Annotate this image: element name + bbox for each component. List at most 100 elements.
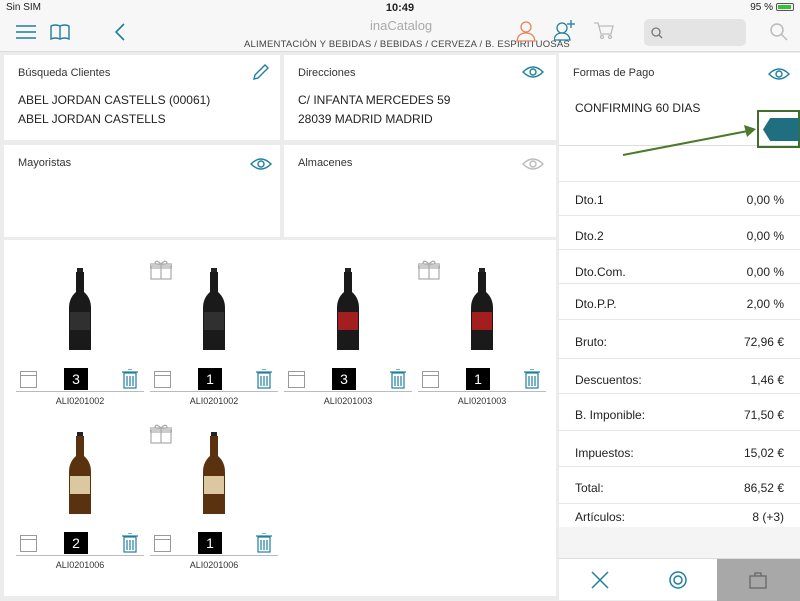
select-checkbox[interactable]	[20, 535, 37, 552]
summary-row: Dto.P.P. 2,00 %	[559, 283, 800, 319]
summary-label: Total:	[575, 481, 604, 495]
address-city: 28039 MADRID MADRID	[298, 112, 433, 126]
search-input[interactable]	[644, 19, 746, 46]
line-controls: 1	[150, 368, 278, 392]
trash-icon[interactable]	[524, 369, 540, 389]
client-search-title: Búsqueda Clientes	[18, 67, 111, 79]
select-checkbox[interactable]	[154, 371, 171, 388]
select-checkbox[interactable]	[20, 371, 37, 388]
address-street: C/ INFANTA MERCEDES 59	[298, 93, 451, 107]
product-code: ALI0201003	[323, 396, 373, 406]
beer-bottle-image	[337, 268, 359, 350]
line-controls: 2	[16, 532, 144, 556]
summary-label: Impuestos:	[575, 446, 634, 460]
search-button-icon[interactable]	[770, 23, 788, 41]
gift-icon[interactable]	[150, 260, 172, 280]
summary-label: Dto.2	[575, 229, 604, 243]
gift-icon[interactable]	[150, 424, 172, 444]
summary-label: B. Imponible:	[575, 408, 646, 422]
view-eye-icon[interactable]	[522, 65, 544, 79]
line-controls: 1	[150, 532, 278, 556]
battery-icon	[776, 3, 794, 12]
summary-value: 0,00 %	[746, 193, 784, 207]
payment-method-value: CONFIRMING 60 DIAS	[575, 101, 701, 115]
product-code: ALI0201003	[457, 396, 507, 406]
quantity-badge[interactable]: 1	[198, 368, 222, 390]
sidebar-footer	[559, 558, 800, 601]
summary-label: Descuentos:	[575, 373, 642, 387]
select-checkbox[interactable]	[154, 535, 171, 552]
client-user-icon[interactable]	[516, 20, 536, 42]
summary-value: 8 (+3)	[752, 510, 784, 524]
line-controls: 3	[16, 368, 144, 392]
summary-label: Dto.1	[575, 193, 604, 207]
battery-indicator: 95 %	[750, 2, 794, 13]
summary-value: 0,00 %	[746, 265, 784, 279]
gift-icon[interactable]	[418, 260, 440, 280]
summary-value: 15,02 €	[743, 446, 784, 460]
discount-badge-icon[interactable]	[668, 570, 688, 590]
wholesalers-panel[interactable]: Mayoristas	[4, 145, 280, 237]
select-checkbox[interactable]	[288, 371, 305, 388]
summary-value: 2,00 %	[746, 297, 784, 311]
summary-row: Dto.2 0,00 %	[559, 215, 800, 249]
quantity-badge[interactable]: 1	[466, 368, 490, 390]
summary-row: Dto.Com. 0,00 %	[559, 249, 800, 283]
product-code: ALI0201006	[55, 560, 105, 570]
line-controls: 3	[284, 368, 412, 392]
trash-icon[interactable]	[122, 533, 138, 553]
payment-method-title: Formas de Pago	[573, 67, 655, 79]
top-bar: inaCatalog ALIMENTACIÓN Y BEBIDAS / BEBI…	[0, 16, 800, 52]
status-bar: Sin SIM 10:49 95 %	[0, 0, 800, 16]
client-search-panel[interactable]: Búsqueda Clientes ABEL JORDAN CASTELLS (…	[4, 55, 280, 140]
product-code: ALI0201006	[189, 560, 239, 570]
trash-icon[interactable]	[390, 369, 406, 389]
order-lines-grid: 3 ALI0201002 1 ALI0201002 3 ALI0201003 1…	[4, 240, 556, 596]
trash-icon[interactable]	[256, 369, 272, 389]
product-code: ALI0201002	[189, 396, 239, 406]
payment-method-tab-button[interactable]	[757, 110, 800, 148]
summary-row: Dto.1 0,00 %	[559, 181, 800, 215]
beer-bottle-image	[69, 268, 91, 350]
summary-row: Artículos: 8 (+3)	[559, 503, 800, 527]
summary-value: 0,00 %	[746, 229, 784, 243]
address-panel[interactable]: Direcciones C/ INFANTA MERCEDES 59 28039…	[284, 55, 556, 140]
beer-bottle-image	[203, 268, 225, 350]
select-checkbox[interactable]	[422, 371, 439, 388]
view-eye-icon[interactable]	[768, 67, 790, 81]
quantity-badge[interactable]: 2	[64, 532, 88, 554]
cart-icon[interactable]	[594, 22, 614, 40]
summary-label: Dto.P.P.	[575, 297, 617, 311]
beer-bottle-image	[203, 432, 225, 514]
catalog-book-icon[interactable]	[50, 24, 70, 40]
view-eye-icon[interactable]	[250, 157, 272, 171]
app-logo: inaCatalog	[370, 18, 433, 33]
add-user-icon[interactable]	[554, 19, 576, 41]
view-eye-icon-disabled	[522, 158, 544, 170]
send-order-button[interactable]	[717, 559, 800, 601]
summary-row: Impuestos: 15,02 €	[559, 430, 800, 466]
bag-icon	[749, 572, 767, 589]
client-name: ABEL JORDAN CASTELLS	[18, 112, 166, 126]
trash-icon[interactable]	[122, 369, 138, 389]
annotation-arrow	[622, 125, 756, 156]
quantity-badge[interactable]: 3	[332, 368, 356, 390]
quantity-badge[interactable]: 3	[64, 368, 88, 390]
summary-row: Total: 86,52 €	[559, 466, 800, 503]
close-icon[interactable]	[591, 571, 609, 589]
beer-bottle-image	[69, 432, 91, 514]
summary-label: Bruto:	[575, 335, 608, 349]
trash-icon[interactable]	[256, 533, 272, 553]
warehouses-panel[interactable]: Almacenes	[284, 145, 556, 237]
summary-value: 71,50 €	[743, 408, 784, 422]
summary-value: 86,52 €	[743, 481, 784, 495]
edit-pencil-icon[interactable]	[252, 63, 270, 81]
back-chevron-icon[interactable]	[114, 23, 126, 41]
menu-icon[interactable]	[16, 25, 36, 39]
summary-row: B. Imponible: 71,50 €	[559, 393, 800, 430]
summary-value: 72,96 €	[743, 335, 784, 349]
summary-label: Artículos:	[575, 510, 626, 524]
summary-label: Dto.Com.	[575, 265, 626, 279]
quantity-badge[interactable]: 1	[198, 532, 222, 554]
product-code: ALI0201002	[55, 396, 105, 406]
